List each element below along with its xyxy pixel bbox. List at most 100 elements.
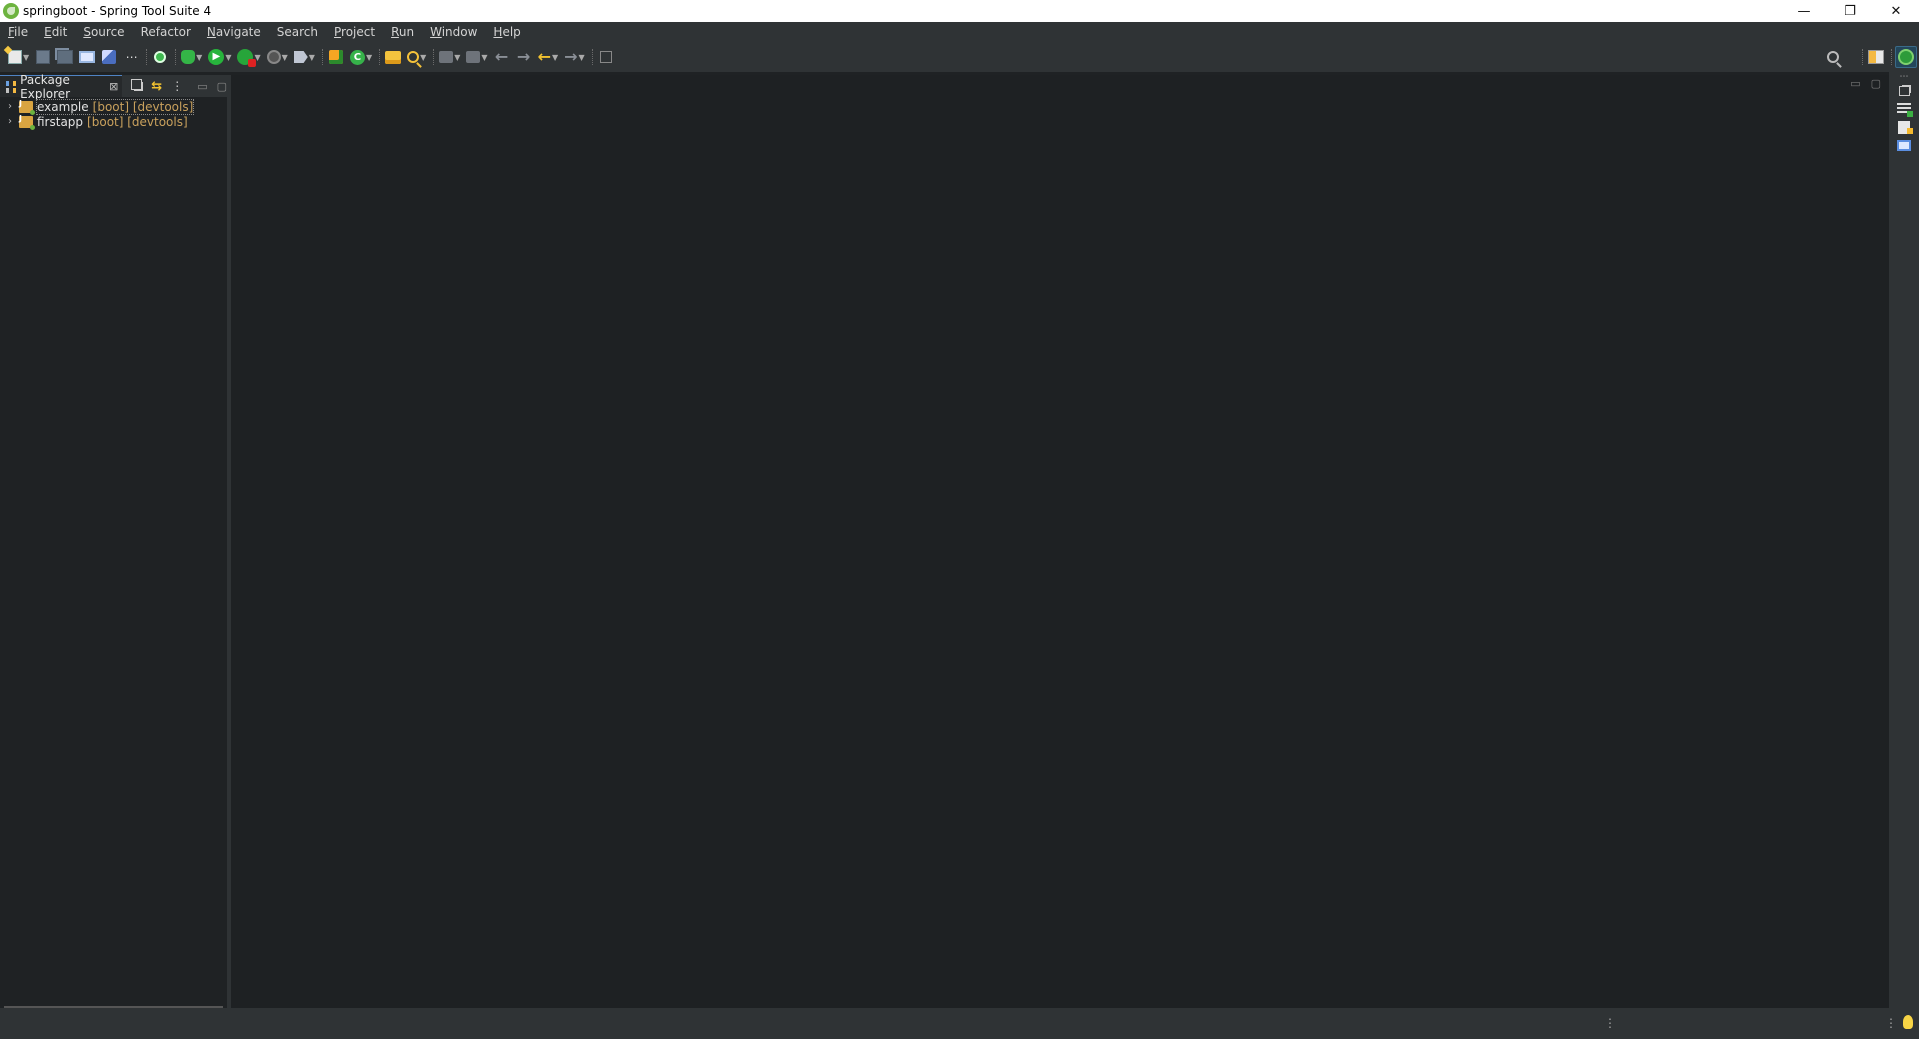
toolbar-separator (379, 49, 381, 65)
open-perspective-icon (1868, 50, 1884, 64)
status-bar: ⋮ ⋮ (0, 1008, 1919, 1039)
search-icon (407, 51, 420, 63)
close-window-button[interactable]: ✕ (1873, 0, 1919, 22)
close-tab-icon[interactable]: ⊠ (109, 80, 118, 93)
last-edit-icon: ← (494, 47, 509, 66)
dots-icon: ⋯ (125, 50, 138, 64)
run-external-tools-button[interactable]: ▼ (235, 46, 262, 68)
open-type-icon (385, 50, 402, 64)
coverage-icon (266, 50, 281, 64)
boot-dashboard-button[interactable] (150, 46, 170, 68)
external-launch-button[interactable]: ▼ (292, 46, 317, 68)
menu-navigate[interactable]: Navigate (199, 22, 269, 42)
link-with-editor-button[interactable]: ⇆ (151, 79, 162, 94)
console-view-button[interactable] (1889, 136, 1919, 154)
menu-refactor[interactable]: Refactor (133, 22, 199, 42)
previous-annotation-icon (466, 51, 481, 63)
project-decoration: [boot] [devtools] (92, 99, 194, 114)
tasks-view-button[interactable] (1889, 100, 1919, 118)
toggle-breadcrumb-button[interactable] (99, 46, 119, 68)
menu-file[interactable]: File (2, 22, 36, 42)
debug-button[interactable]: ▼ (179, 46, 204, 68)
menu-edit[interactable]: Edit (36, 22, 75, 42)
maximize-editor-button[interactable]: ▢ (1871, 77, 1881, 90)
tree-item-example[interactable]: › example[boot] [devtools] (0, 98, 227, 115)
toolbar-separator (591, 49, 593, 65)
save-all-icon (57, 50, 74, 64)
editor-area: ▭ ▢ (231, 75, 1889, 1008)
coverage-button[interactable]: ▼ (265, 46, 290, 68)
previous-annotation-button[interactable]: ▼ (464, 46, 489, 68)
menu-bar: File Edit Source Refactor Navigate Searc… (0, 22, 1919, 42)
tasks-icon (1897, 103, 1913, 117)
save-all-button[interactable] (55, 46, 75, 68)
view-menu-button[interactable]: ⋮ (171, 79, 183, 93)
toolbar-separator (1891, 49, 1892, 65)
restore-stack-button[interactable] (1889, 82, 1919, 100)
title-bar: springboot - Spring Tool Suite 4 — ❐ ✕ (0, 0, 1919, 22)
forward-button[interactable]: → ▼ (562, 46, 587, 68)
bug-icon (181, 50, 196, 64)
search-button[interactable]: ▼ (405, 46, 428, 68)
window-controls: — ❐ ✕ (1781, 0, 1919, 22)
right-trim-stack: ⋯ (1889, 72, 1919, 1008)
run-button[interactable]: ▶ ▼ (206, 46, 233, 68)
java-class-icon: C (349, 49, 365, 65)
toolbar-right (1823, 42, 1919, 72)
spring-perspective-button[interactable] (1895, 46, 1917, 68)
status-bar-handle[interactable]: ⋮ (1604, 1016, 1616, 1030)
tab-package-explorer[interactable]: Package Explorer ⊠ (0, 73, 123, 101)
project-label: firstapp [boot] [devtools] (37, 115, 188, 129)
console-icon (1897, 139, 1911, 151)
expand-arrow-icon[interactable]: › (8, 101, 18, 112)
new-java-class-button[interactable]: C ▼ (348, 46, 374, 68)
menu-window[interactable]: Window (422, 22, 485, 42)
toolbar-separator (1862, 49, 1863, 65)
next-edit-location-button[interactable]: → (514, 46, 534, 68)
open-type-button[interactable] (383, 46, 403, 68)
menu-run[interactable]: Run (383, 22, 422, 42)
new-button[interactable]: ▼ (6, 46, 31, 68)
next-annotation-button[interactable]: ▼ (437, 46, 462, 68)
menu-help[interactable]: Help (485, 22, 528, 42)
minimize-editor-button[interactable]: ▭ (1850, 77, 1860, 90)
tab-label: Package Explorer (20, 72, 71, 101)
skip-breakpoints-button[interactable]: ⋯ (121, 46, 141, 68)
minimize-window-button[interactable]: — (1781, 0, 1827, 22)
new-java-package-button[interactable] (326, 46, 346, 68)
pin-editor-button[interactable] (596, 46, 616, 68)
global-search-button[interactable] (1823, 46, 1843, 68)
save-button[interactable] (33, 46, 53, 68)
toolbar-separator (175, 49, 177, 65)
pin-icon (599, 51, 612, 63)
package-explorer-panel: Package Explorer ⊠ ⇆ ⋮ ▭ ▢ › example[boo… (0, 73, 227, 1008)
menu-search[interactable]: Search (269, 22, 326, 42)
back-button[interactable]: ← ▼ (536, 46, 561, 68)
minimize-view-button[interactable]: ▭ (197, 80, 207, 93)
restore-window-button[interactable]: ❐ (1827, 0, 1873, 22)
tree-item-firstapp[interactable]: › firstapp[boot] [devtools] (0, 114, 227, 130)
menu-source[interactable]: Source (75, 22, 132, 42)
external-tools-icon (237, 49, 257, 67)
last-edit-location-button[interactable]: ← (492, 46, 512, 68)
window-title: springboot - Spring Tool Suite 4 (23, 4, 212, 18)
menu-project[interactable]: Project (326, 22, 383, 42)
run-icon: ▶ (208, 49, 225, 65)
magnifier-icon (1827, 51, 1839, 63)
main-toolbar: ▼ ⋯ ▼ ▶ ▼ ▼ ▼ ▼ C ▼ ▼ ▼ ▼ ← → ← ▼ → ▼ (0, 42, 1919, 72)
launch-icon (293, 51, 308, 63)
toolbar-separator (146, 49, 148, 65)
expand-arrow-icon[interactable]: › (8, 116, 18, 127)
open-perspective-button[interactable] (1866, 46, 1886, 68)
outline-view-button[interactable] (1889, 118, 1919, 136)
status-bar-handle-right[interactable]: ⋮ (1885, 1016, 1897, 1030)
collapse-all-button[interactable] (131, 79, 143, 93)
lightbulb-icon[interactable] (1903, 1015, 1913, 1029)
save-icon (36, 50, 51, 64)
spring-tool-suite-icon (3, 3, 19, 19)
open-console-button[interactable] (77, 46, 97, 68)
maximize-view-button[interactable]: ▢ (217, 80, 227, 93)
java-package-icon (328, 50, 343, 64)
monitor-icon (79, 51, 96, 63)
boot-dashboard-icon (154, 51, 167, 63)
